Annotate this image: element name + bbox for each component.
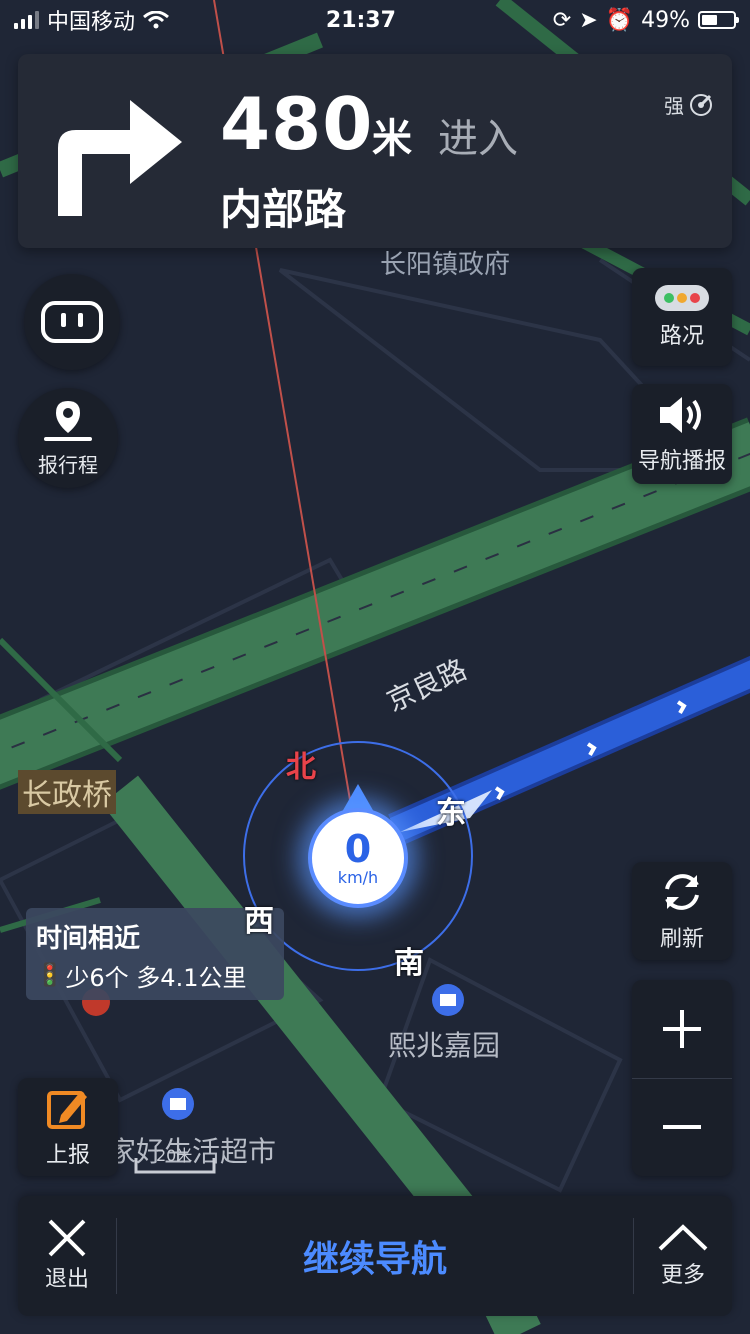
battery-icon bbox=[697, 11, 739, 29]
turn-distance: 480 bbox=[220, 82, 374, 166]
exit-label: 退出 bbox=[44, 1267, 89, 1292]
speed-indicator: 0 km/h bbox=[308, 808, 408, 908]
edit-report-icon bbox=[47, 1091, 87, 1129]
clock: 21:37 bbox=[325, 7, 396, 33]
turn-action: 进入 bbox=[438, 116, 518, 162]
minus-icon bbox=[663, 1125, 701, 1129]
location-pin-icon bbox=[44, 400, 92, 441]
map-scale-label: 20米 bbox=[156, 1146, 193, 1165]
zoom-controls bbox=[632, 980, 732, 1176]
turn-right-arrow-icon bbox=[58, 100, 182, 216]
continue-navigation-button[interactable]: 继续导航 bbox=[116, 1196, 634, 1316]
status-left: 中国移动 bbox=[14, 4, 169, 36]
traffic-label: 路况 bbox=[659, 324, 704, 349]
chevron-up-icon bbox=[658, 1224, 708, 1251]
voice-label: 导航播报 bbox=[637, 449, 726, 474]
compass-east: 东 bbox=[436, 796, 466, 831]
route-bubble-detail: 少6个 多4.1公里 bbox=[65, 964, 247, 992]
map-label-bridge: 长政桥 bbox=[18, 770, 116, 814]
status-bar: 中国移动 21:37 ⟳ ➤ ⏰ 49% bbox=[0, 0, 750, 40]
voice-broadcast-button[interactable]: 导航播报 bbox=[632, 384, 732, 484]
speed-value: 0 bbox=[344, 826, 372, 871]
traffic-button[interactable]: 路况 bbox=[632, 268, 732, 366]
signal-icon bbox=[14, 11, 39, 29]
gps-signal-icon bbox=[690, 93, 712, 116]
more-button[interactable]: 更多 bbox=[634, 1196, 732, 1316]
report-trip-button[interactable]: 报行程 bbox=[18, 388, 118, 488]
wifi-icon bbox=[143, 11, 169, 29]
report-trip-label: 报行程 bbox=[38, 452, 98, 477]
gps-strength: 强 bbox=[664, 90, 714, 119]
zoom-in-button[interactable] bbox=[632, 980, 732, 1078]
gps-strength-label: 强 bbox=[664, 94, 684, 118]
status-right: ⟳ ➤ ⏰ 49% bbox=[552, 7, 739, 33]
plus-icon bbox=[663, 1010, 701, 1048]
navigation-guidance-card[interactable]: 480 米 进入 内部路 强 bbox=[18, 54, 732, 248]
route-bubble-title: 时间相近 bbox=[36, 924, 141, 954]
refresh-label: 刷新 bbox=[659, 927, 704, 952]
traffic-light-icon bbox=[655, 285, 709, 311]
exit-button[interactable]: 退出 bbox=[18, 1196, 116, 1316]
more-label: 更多 bbox=[660, 1263, 705, 1288]
compass-west: 西 bbox=[244, 904, 274, 939]
speed-unit: km/h bbox=[337, 867, 379, 887]
traffic-light-small-icon: 🚦 bbox=[36, 963, 64, 988]
bottom-bar: 退出 继续导航 更多 bbox=[18, 1196, 732, 1316]
next-road-name: 内部路 bbox=[220, 185, 347, 234]
assistant-button[interactable] bbox=[24, 274, 120, 370]
report-button[interactable]: 上报 bbox=[18, 1078, 118, 1176]
compass-north: 北 bbox=[286, 750, 316, 785]
robot-face-icon bbox=[41, 301, 103, 343]
report-label: 上报 bbox=[45, 1143, 90, 1168]
speaker-icon bbox=[660, 397, 701, 433]
map-label-community[interactable]: 熙兆嘉园 bbox=[388, 1024, 500, 1064]
battery-percent: 49% bbox=[641, 7, 690, 33]
zoom-out-button[interactable] bbox=[632, 1078, 732, 1176]
close-icon bbox=[48, 1219, 86, 1257]
refresh-icon bbox=[665, 874, 699, 910]
map-label-town-gov: 长阳镇政府 bbox=[380, 250, 511, 280]
rotation-lock-icon: ⟳ bbox=[552, 7, 572, 33]
location-arrow-icon: ➤ bbox=[579, 7, 598, 33]
distance-unit: 米 bbox=[372, 116, 412, 162]
alarm-icon: ⏰ bbox=[605, 7, 634, 33]
route-bubble-detail-row: 🚦 少6个 多4.1公里 bbox=[36, 958, 246, 993]
compass-south: 南 bbox=[394, 946, 424, 981]
carrier-name: 中国移动 bbox=[47, 10, 136, 35]
refresh-button[interactable]: 刷新 bbox=[632, 862, 732, 960]
